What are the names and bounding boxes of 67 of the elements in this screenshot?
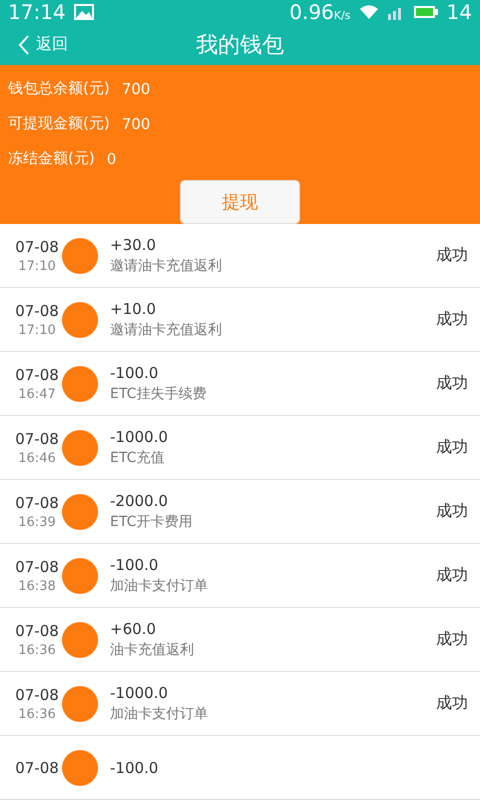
battery-level: 14: [446, 0, 472, 24]
record-status: 成功: [436, 693, 468, 714]
record-dot-icon: [62, 558, 98, 594]
summary-label: 冻结金额(元): [8, 149, 95, 168]
record-amount: -2000.0: [110, 492, 168, 510]
withdraw-button[interactable]: 提现: [180, 180, 300, 224]
record-description: ETC充值: [110, 449, 164, 467]
record-dot-icon: [62, 494, 98, 530]
record-description: ETC开卡费用: [110, 513, 192, 531]
record-amount: -1000.0: [110, 684, 168, 702]
record-time: 16:38: [18, 578, 56, 594]
status-time: 17:14: [8, 0, 66, 24]
battery-icon: [412, 4, 439, 20]
record-time: 16:39: [18, 514, 56, 530]
record-status: 成功: [436, 629, 468, 650]
record-date: 07-08: [15, 758, 59, 776]
back-button[interactable]: 返回: [18, 34, 68, 56]
record-time: 16:47: [18, 386, 56, 402]
record-description: ETC挂失手续费: [110, 385, 206, 403]
record-date: 07-08: [15, 686, 59, 704]
image-icon: [74, 4, 94, 20]
record-amount: +30.0: [110, 236, 156, 254]
record-description: 油卡充值返利: [110, 641, 194, 659]
record-time: 16:46: [18, 450, 56, 466]
wifi-icon: [358, 4, 379, 20]
record-dot-icon: [62, 430, 98, 466]
record-dot-icon: [62, 622, 98, 658]
record-status: 成功: [436, 309, 468, 330]
record-time: 17:10: [18, 258, 56, 274]
record-status: 成功: [436, 245, 468, 266]
record-dot-icon: [62, 302, 98, 338]
record-amount: -1000.0: [110, 428, 168, 446]
record-date: 07-08: [15, 430, 59, 448]
record-status: 成功: [436, 501, 468, 522]
record-dot-icon: [62, 686, 98, 722]
record-date: 07-08: [15, 622, 59, 640]
record-time: 16:36: [18, 642, 56, 658]
record-dot-icon: [62, 238, 98, 274]
record-status: 成功: [436, 437, 468, 458]
record-amount: +60.0: [110, 620, 156, 638]
summary-value: 700: [122, 114, 150, 132]
record-description: 邀请油卡充值返利: [110, 321, 222, 339]
record-date: 07-08: [15, 558, 59, 576]
record-amount: -100.0: [110, 364, 158, 382]
record-dot-icon: [62, 750, 98, 786]
record-description: 邀请油卡充值返利: [110, 257, 222, 275]
record-date: 07-08: [15, 238, 59, 256]
summary-label: 钱包总余额(元): [8, 79, 110, 98]
record-date: 07-08: [15, 494, 59, 512]
summary-value: 700: [122, 80, 150, 98]
summary-label: 可提现金额(元): [8, 114, 110, 133]
record-status: 成功: [436, 373, 468, 394]
page-title: 我的钱包: [196, 32, 284, 60]
record-description: 加油卡支付订单: [110, 705, 208, 723]
record-time: 17:10: [18, 322, 56, 338]
record-description: 加油卡支付订单: [110, 577, 208, 595]
record-status: 成功: [436, 565, 468, 586]
summary-value: 0: [106, 150, 116, 168]
record-amount: +10.0: [110, 300, 156, 318]
record-date: 07-08: [15, 302, 59, 320]
record-dot-icon: [62, 366, 98, 402]
network-speed: 0.96 K/s: [289, 0, 351, 24]
record-amount: -100.0: [110, 556, 158, 574]
record-date: 07-08: [15, 366, 59, 384]
record-time: 16:36: [18, 706, 56, 722]
chevron-left-icon: [18, 34, 30, 56]
record-amount: -100.0: [110, 758, 158, 776]
